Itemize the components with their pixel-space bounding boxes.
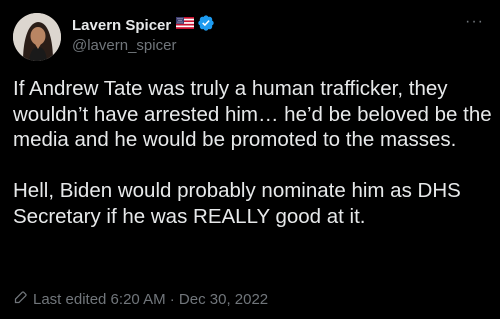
avatar-image (13, 13, 61, 61)
tweet-card: Lavern Spicer @lavern_spicer ··· If Andr… (0, 0, 500, 319)
author-name-row: Lavern Spicer (72, 14, 215, 37)
tweet-paragraph: If Andrew Tate was truly a human traffic… (13, 77, 492, 151)
edited-label: Last edited 6:20 AM · Dec 30, 2022 (33, 291, 269, 308)
tweet-paragraph: Hell, Biden would probably nominate him … (13, 179, 461, 228)
more-options-icon[interactable]: ··· (465, 14, 484, 30)
edited-timestamp[interactable]: Last edited 6:20 AM · Dec 30, 2022 (13, 290, 268, 309)
avatar[interactable] (13, 13, 61, 61)
us-flag-icon (176, 16, 195, 34)
author-handle[interactable]: @lavern_spicer (72, 37, 176, 54)
tweet-text: If Andrew Tate was truly a human traffic… (13, 76, 493, 229)
verified-badge-icon[interactable] (197, 14, 215, 37)
author-display-name[interactable]: Lavern Spicer (72, 17, 171, 34)
pencil-icon (13, 290, 28, 309)
